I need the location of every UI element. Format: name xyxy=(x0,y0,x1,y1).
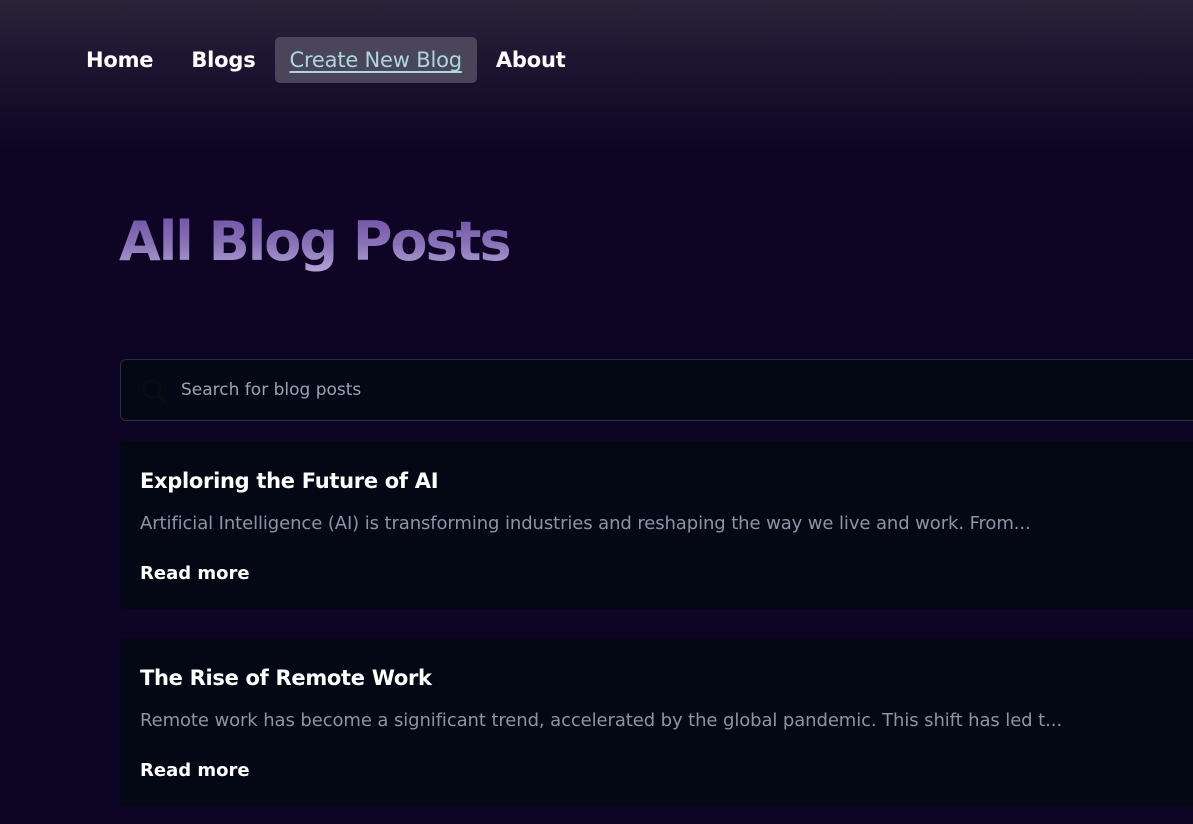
nav-link-about[interactable]: About xyxy=(477,37,585,83)
read-more-link[interactable]: Read more xyxy=(140,760,250,781)
search-box xyxy=(120,359,1193,421)
blog-post-title: The Rise of Remote Work xyxy=(140,666,432,690)
top-navbar: Home Blogs Create New Blog About xyxy=(67,37,585,83)
search-input[interactable] xyxy=(181,360,1181,420)
search-icon xyxy=(141,378,167,404)
blog-post-title: Exploring the Future of AI xyxy=(140,469,439,493)
nav-link-home[interactable]: Home xyxy=(67,37,172,83)
blog-post-excerpt: Artificial Intelligence (AI) is transfor… xyxy=(140,513,1031,534)
blog-post-card: Exploring the Future of AI Artificial In… xyxy=(120,441,1193,609)
page-title: All Blog Posts xyxy=(119,210,512,273)
blog-post-card: The Rise of Remote Work Remote work has … xyxy=(120,638,1193,806)
nav-link-create-new-blog[interactable]: Create New Blog xyxy=(274,37,477,83)
nav-link-blogs[interactable]: Blogs xyxy=(172,37,274,83)
read-more-link[interactable]: Read more xyxy=(140,563,250,584)
blog-post-excerpt: Remote work has become a significant tre… xyxy=(140,710,1062,731)
